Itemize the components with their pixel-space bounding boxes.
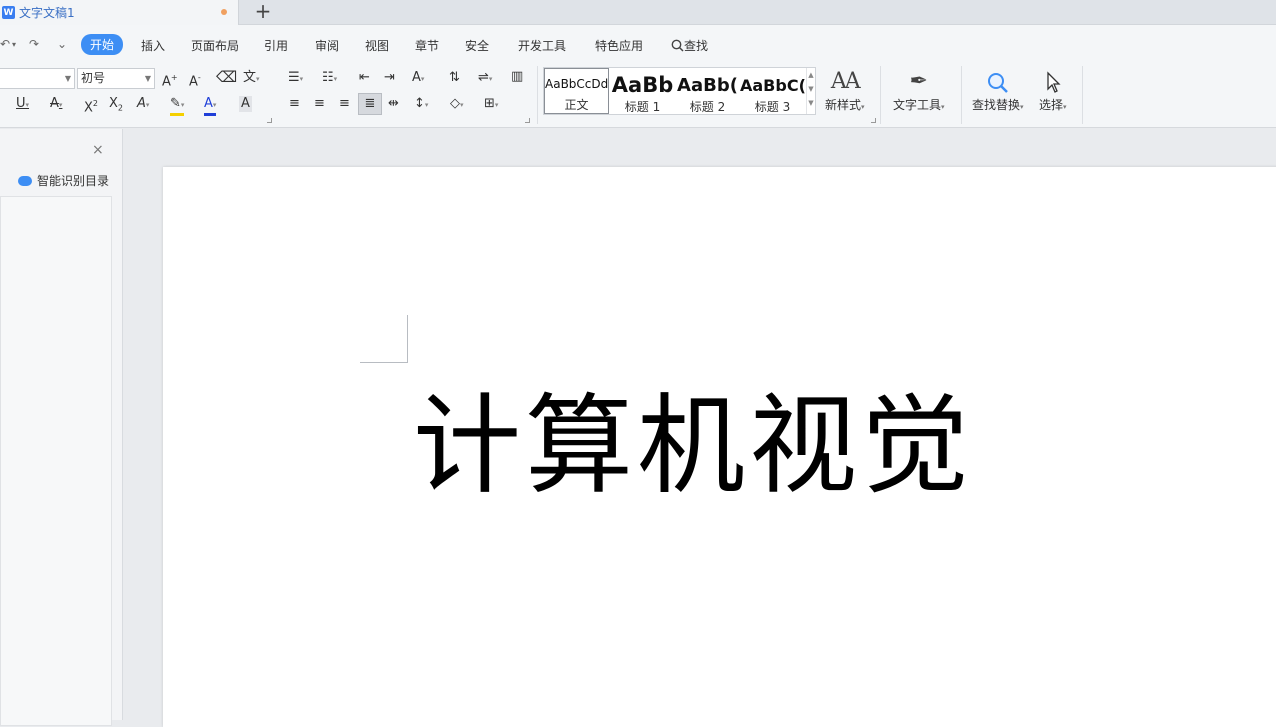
menu-start[interactable]: 开始 xyxy=(81,34,124,55)
subscript-icon[interactable]: X2 xyxy=(109,96,123,117)
ribbon-divider xyxy=(537,66,538,124)
justify-icon[interactable]: ≣ xyxy=(358,93,382,115)
new-style-button[interactable]: AA 新样式▾ xyxy=(825,68,865,113)
sort-icon[interactable]: ⇅ xyxy=(449,70,460,86)
menu-security[interactable]: 安全 xyxy=(465,37,489,54)
smart-recognition-icon xyxy=(18,175,32,186)
chinese-layout-icon[interactable]: A▾ xyxy=(412,70,424,87)
style-normal[interactable]: AaBbCcDd 正文 xyxy=(544,68,609,114)
font-name-select[interactable]: ▼ xyxy=(0,68,75,89)
document-page[interactable]: 计算机视觉 xyxy=(163,167,1276,727)
chevron-down-icon: ▼ xyxy=(64,74,71,83)
styles-gallery[interactable]: AaBbCcDd 正文 AaBb 标题 1 AaBb( 标题 2 AaBbC( … xyxy=(543,67,816,115)
menu-special-apps[interactable]: 特色应用 xyxy=(595,37,643,54)
styles-dialog-launcher-icon[interactable] xyxy=(871,118,876,123)
document-tab[interactable]: W 文字文稿1 xyxy=(0,0,239,25)
customize-quick-access-icon[interactable]: ⌄ xyxy=(57,37,67,51)
style-heading-1[interactable]: AaBb 标题 1 xyxy=(610,68,675,114)
unsaved-dot-icon xyxy=(221,9,227,15)
menu-insert[interactable]: 插入 xyxy=(141,37,165,54)
chevron-down-icon[interactable]: ▼ xyxy=(808,85,813,93)
redo-button[interactable]: ↷ xyxy=(29,37,39,51)
search-menu-button[interactable]: 查找 xyxy=(671,37,708,54)
select-button[interactable]: 选择▾ xyxy=(1039,68,1067,113)
smart-toc-label: 智能识别目录 xyxy=(37,174,110,188)
decrease-indent-icon[interactable]: ⇤ xyxy=(359,70,370,86)
align-right-icon[interactable]: ≡ xyxy=(339,96,350,112)
ribbon-divider xyxy=(880,66,881,124)
document-tab-title: 文字文稿1 xyxy=(19,6,75,20)
search-label: 查找 xyxy=(684,39,709,53)
menu-review[interactable]: 审阅 xyxy=(315,37,339,54)
menu-view[interactable]: 视图 xyxy=(365,37,389,54)
ribbon-toolbar: ▼ 初号 ▼ A+ A- ⌫ 文▾ U▾ A▾ X2 X2 A▾ ✎▾ A▾ A … xyxy=(0,64,1276,128)
paragraph-shading-icon[interactable]: ◇▾ xyxy=(450,96,464,113)
ribbon-divider xyxy=(1082,66,1083,124)
navigation-pane: × 智能识别目录 xyxy=(0,129,123,726)
grow-font-icon[interactable]: A+ xyxy=(162,70,178,90)
menu-references[interactable]: 引用 xyxy=(264,37,288,54)
wrench-icon: ✒ xyxy=(909,69,928,94)
text-columns-icon[interactable]: ▥ xyxy=(511,69,523,85)
borders-icon[interactable]: ⊞▾ xyxy=(484,96,498,113)
tab-bar: W 文字文稿1 + xyxy=(0,0,1276,25)
superscript-icon[interactable]: X2 xyxy=(84,96,98,116)
distributed-align-icon[interactable]: ⇹ xyxy=(388,96,399,112)
text-tools-button[interactable]: ✒ 文字工具▾ xyxy=(893,68,945,113)
bullet-list-icon[interactable]: ☰▾ xyxy=(288,70,303,87)
close-pane-button[interactable]: × xyxy=(92,142,104,158)
menu-developer-tools[interactable]: 开发工具 xyxy=(518,37,566,54)
show-hide-marks-icon[interactable]: ⇌▾ xyxy=(478,70,492,87)
expand-icon[interactable]: ▼ xyxy=(808,99,813,107)
new-tab-button[interactable]: + xyxy=(254,1,272,22)
font-color-icon[interactable]: A▾ xyxy=(204,96,217,116)
smart-toc-button[interactable]: 智能识别目录 xyxy=(18,172,109,189)
strikethrough-icon[interactable]: A▾ xyxy=(50,96,62,113)
paragraph-dialog-launcher-icon[interactable] xyxy=(525,118,530,123)
find-replace-button[interactable]: 查找替换▾ xyxy=(972,68,1024,113)
font-size-value: 初号 xyxy=(81,71,106,85)
cursor-arrow-icon xyxy=(1039,68,1067,96)
font-size-select[interactable]: 初号 ▼ xyxy=(77,68,155,89)
undo-dropdown-icon[interactable]: ▾ xyxy=(12,40,16,49)
magnifier-icon xyxy=(972,68,1024,96)
menu-page-layout[interactable]: 页面布局 xyxy=(191,37,239,54)
document-title-text[interactable]: 计算机视觉 xyxy=(413,387,973,507)
writer-doc-icon: W xyxy=(2,6,15,19)
clear-format-icon[interactable]: ⌫ xyxy=(216,69,237,85)
menu-chapter[interactable]: 章节 xyxy=(415,37,439,54)
undo-button[interactable]: ↶ xyxy=(0,37,10,51)
chevron-down-icon: ▼ xyxy=(144,74,151,83)
shrink-font-icon[interactable]: A- xyxy=(189,70,201,90)
char-shading-icon[interactable]: A xyxy=(239,96,252,112)
style-heading-2[interactable]: AaBb( 标题 2 xyxy=(675,68,740,114)
search-icon xyxy=(671,39,684,52)
ribbon-divider xyxy=(961,66,962,124)
style-heading-3[interactable]: AaBbC( 标题 3 xyxy=(740,68,805,114)
styles-scroll[interactable]: ▲ ▼ ▼ xyxy=(806,68,815,114)
margin-corner-mark xyxy=(407,315,408,363)
numbered-list-icon[interactable]: ☷▾ xyxy=(322,70,337,87)
increase-indent-icon[interactable]: ⇥ xyxy=(384,70,395,86)
chevron-up-icon[interactable]: ▲ xyxy=(808,71,813,79)
underline-icon[interactable]: U▾ xyxy=(16,96,29,113)
phonetic-guide-icon[interactable]: 文▾ xyxy=(243,70,260,87)
line-spacing-icon[interactable]: ↕▾ xyxy=(414,96,428,113)
toc-list xyxy=(0,196,112,726)
highlight-icon[interactable]: ✎▾ xyxy=(170,96,185,116)
align-center-icon[interactable]: ≡ xyxy=(314,96,325,112)
text-effect-icon[interactable]: A▾ xyxy=(137,96,149,113)
new-style-icon: AA xyxy=(830,69,861,94)
margin-corner-mark xyxy=(360,362,408,363)
font-dialog-launcher-icon[interactable] xyxy=(267,118,272,123)
align-left-icon[interactable]: ≡ xyxy=(289,96,300,112)
menu-bar: ↶ ▾ ↷ ⌄ 开始 插入 页面布局 引用 审阅 视图 章节 安全 开发工具 特… xyxy=(0,25,1276,64)
